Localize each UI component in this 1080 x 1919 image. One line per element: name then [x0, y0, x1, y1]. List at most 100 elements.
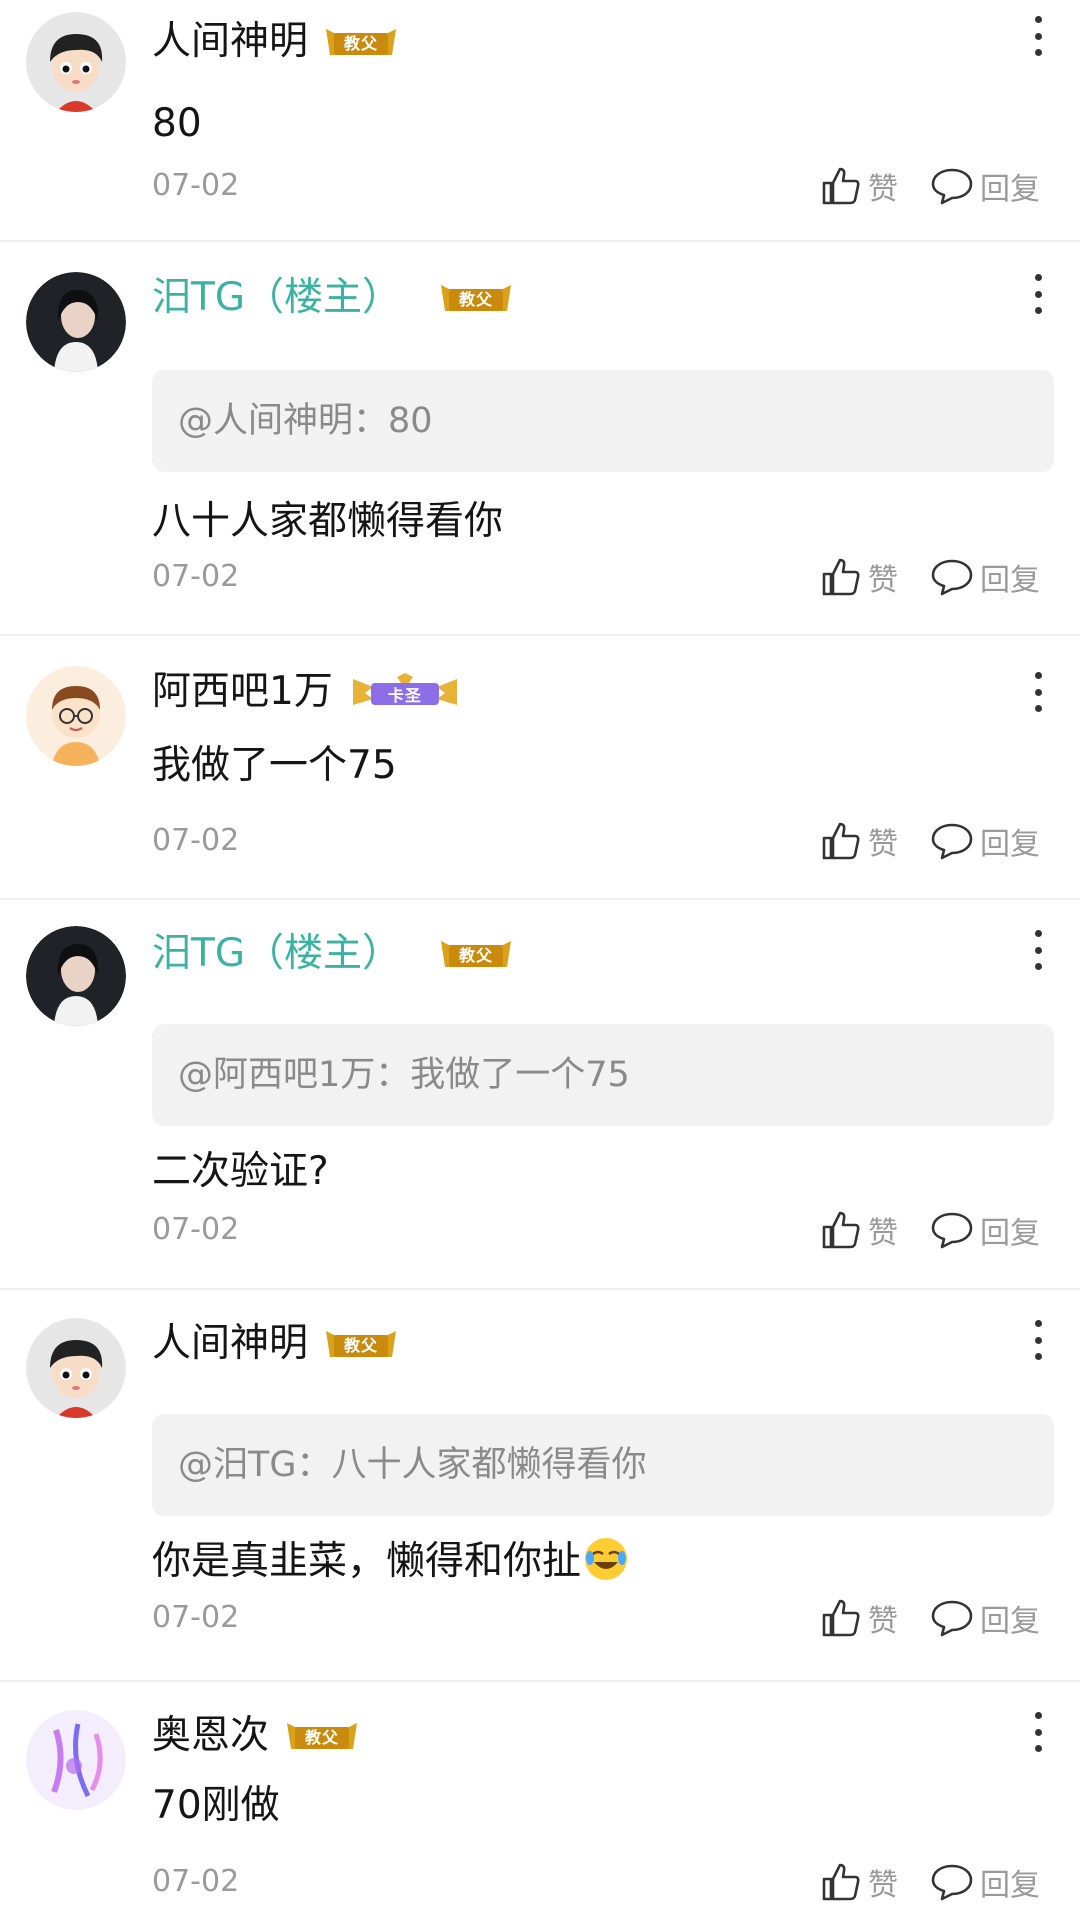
level-badge: 教父 — [285, 1719, 359, 1753]
avatar[interactable] — [26, 1710, 126, 1810]
cartoon-boy-avatar-icon — [26, 12, 126, 112]
comment-date: 07-02 — [152, 1864, 240, 1899]
username[interactable]: 阿西吧1万 — [152, 664, 333, 720]
reply-button[interactable]: 回复 — [930, 813, 1040, 869]
more-options-icon[interactable] — [1018, 1710, 1058, 1754]
thumbs-up-icon — [822, 1211, 860, 1249]
badge-label: 教父 — [305, 1728, 340, 1747]
more-options-icon[interactable] — [1018, 670, 1058, 714]
reply-label: 回复 — [980, 563, 1040, 598]
quoted-reply: @汨TG：八十人家都懒得看你 — [152, 1414, 1054, 1516]
reply-button[interactable]: 回复 — [930, 158, 1040, 214]
badge-label: 教父 — [459, 946, 494, 965]
comment-meta: 07-02 赞 回复 — [0, 1202, 1080, 1258]
cartoon-boy-avatar-icon — [26, 1318, 126, 1418]
speech-bubble-icon — [931, 1600, 973, 1637]
comment-meta: 07-02 赞 回复 — [0, 813, 1080, 869]
comment-text: 70刚做 — [152, 1783, 280, 1828]
name-row: 汨TG（楼主） 教父 — [152, 926, 513, 982]
level-badge: 教父 — [324, 1327, 398, 1361]
avatar[interactable] — [26, 666, 126, 766]
level-badge: 教父 — [439, 937, 513, 971]
like-button[interactable]: 赞 — [820, 1854, 898, 1910]
name-row: 人间神明 教父 — [152, 14, 398, 70]
name-row: 阿西吧1万 卡圣 — [152, 664, 459, 720]
like-label: 赞 — [868, 172, 898, 207]
like-label: 赞 — [868, 563, 898, 598]
more-options-icon[interactable] — [1018, 1318, 1058, 1362]
comment-item: 汨TG（楼主） 教父 @阿西吧1万：我做了一个75 二次验证? 07-02 赞 … — [0, 902, 1080, 1290]
comment-text: 八十人家都懒得看你 — [152, 499, 504, 544]
like-label: 赞 — [868, 827, 898, 862]
username[interactable]: 人间神明 — [152, 14, 308, 70]
portrait-photo-avatar-icon — [26, 926, 126, 1026]
comment-item: 人间神明 教父 @汨TG：八十人家都懒得看你 你是真韭菜，懒得和你扯 07-02… — [0, 1292, 1080, 1682]
more-options-icon[interactable] — [1018, 928, 1058, 972]
username[interactable]: 汨TG（楼主） — [152, 926, 401, 982]
like-button[interactable]: 赞 — [820, 1202, 898, 1258]
comment-meta: 07-02 赞 回复 — [0, 1854, 1080, 1910]
username[interactable]: 奥恩次 — [152, 1708, 269, 1764]
badge-label: 卡圣 — [387, 686, 422, 705]
comment-date: 07-02 — [152, 1600, 240, 1635]
like-button[interactable]: 赞 — [820, 813, 898, 869]
avatar[interactable] — [26, 1318, 126, 1418]
username[interactable]: 人间神明 — [152, 1316, 308, 1372]
level-badge: 教父 — [439, 281, 513, 315]
speech-bubble-icon — [931, 168, 973, 205]
reply-label: 回复 — [980, 1216, 1040, 1251]
level-badge: 卡圣 — [351, 673, 459, 709]
badge-label: 教父 — [344, 1336, 379, 1355]
thumbs-up-icon — [822, 1863, 860, 1901]
comment-date: 07-02 — [152, 1212, 240, 1247]
username[interactable]: 汨TG（楼主） — [152, 270, 401, 326]
comment-text: 我做了一个75 — [152, 743, 397, 788]
name-row: 汨TG（楼主） 教父 — [152, 270, 513, 326]
comment-meta: 07-02 赞 回复 — [0, 1590, 1080, 1646]
like-button[interactable]: 赞 — [820, 158, 898, 214]
comment-date: 07-02 — [152, 559, 240, 594]
like-label: 赞 — [868, 1604, 898, 1639]
comment-date: 07-02 — [152, 168, 240, 203]
like-button[interactable]: 赞 — [820, 549, 898, 605]
comment-meta: 07-02 赞 回复 — [0, 549, 1080, 605]
purple-light-avatar-icon — [26, 1710, 126, 1810]
name-row: 人间神明 教父 — [152, 1316, 398, 1372]
level-badge: 教父 — [324, 25, 398, 59]
laughing-crying-emoji-icon — [585, 1538, 628, 1580]
reply-button[interactable]: 回复 — [930, 1590, 1040, 1646]
comment-text: 80 — [152, 101, 202, 146]
like-label: 赞 — [868, 1868, 898, 1903]
comment-item: 阿西吧1万 卡圣 我做了一个75 07-02 赞 回复 — [0, 638, 1080, 900]
speech-bubble-icon — [931, 1864, 973, 1901]
glasses-cartoon-avatar-icon — [26, 666, 126, 766]
reply-button[interactable]: 回复 — [930, 549, 1040, 605]
reply-label: 回复 — [980, 172, 1040, 207]
reply-label: 回复 — [980, 1604, 1040, 1639]
reply-button[interactable]: 回复 — [930, 1854, 1040, 1910]
like-label: 赞 — [868, 1216, 898, 1251]
portrait-photo-avatar-icon — [26, 272, 126, 372]
comment-item: 奥恩次 教父 70刚做 07-02 赞 回复 — [0, 1684, 1080, 1919]
reply-button[interactable]: 回复 — [930, 1202, 1040, 1258]
badge-label: 教父 — [344, 34, 379, 53]
more-options-icon[interactable] — [1018, 272, 1058, 316]
comment-item: 汨TG（楼主） 教父 @人间神明：80 八十人家都懒得看你 07-02 赞 回复 — [0, 244, 1080, 636]
speech-bubble-icon — [931, 1212, 973, 1249]
speech-bubble-icon — [931, 559, 973, 596]
comment-meta: 07-02 赞 回复 — [0, 158, 1080, 214]
reply-label: 回复 — [980, 827, 1040, 862]
avatar[interactable] — [26, 272, 126, 372]
badge-label: 教父 — [459, 290, 494, 309]
more-options-icon[interactable] — [1018, 14, 1058, 58]
avatar[interactable] — [26, 12, 126, 112]
like-button[interactable]: 赞 — [820, 1590, 898, 1646]
thumbs-up-icon — [822, 558, 860, 596]
thumbs-up-icon — [822, 167, 860, 205]
avatar[interactable] — [26, 926, 126, 1026]
thumbs-up-icon — [822, 1599, 860, 1637]
comment-item: 人间神明 教父 80 07-02 赞 回复 — [0, 0, 1080, 242]
comment-text: 你是真韭菜，懒得和你扯 — [152, 1534, 629, 1590]
quoted-reply: @阿西吧1万：我做了一个75 — [152, 1024, 1054, 1126]
speech-bubble-icon — [931, 823, 973, 860]
